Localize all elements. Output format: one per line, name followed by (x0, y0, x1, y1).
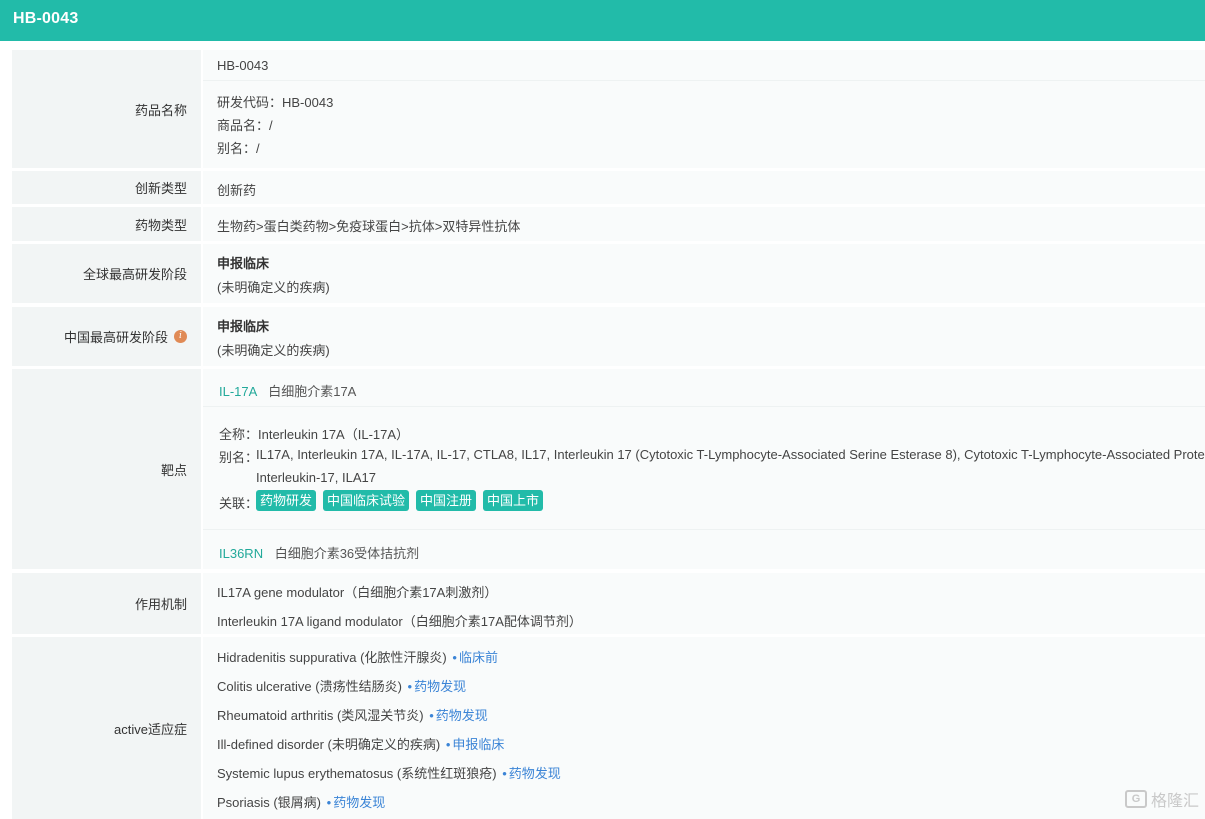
indication-item: Rheumatoid arthritis (类风湿关节炎) • 药物发现 (217, 705, 488, 724)
target-related-label: 关联： (219, 496, 259, 511)
indication-stage-link[interactable]: 申报临床 (452, 737, 504, 752)
indication-item: Hidradenitis suppurativa (化脓性汗腺炎) • 临床前 (217, 647, 498, 666)
target-il17a-link[interactable]: IL-17A (219, 384, 257, 399)
mechanism-item: IL17A gene modulator（白细胞介素17A刺激剂） (217, 585, 498, 600)
indication-item: Systemic lupus erythematosus (系统性红斑狼疮) •… (217, 763, 561, 782)
g-logo-icon: G (1124, 790, 1147, 808)
target-alias-label: 别名： (219, 450, 259, 465)
drug-alias: 别名：/ (217, 141, 260, 156)
target-related-tags: 药物研发 中国临床试验 中国注册 中国上市 (256, 490, 550, 511)
indication-stage-link[interactable]: 临床前 (459, 650, 498, 665)
indication-stage-link[interactable]: 药物发现 (509, 766, 561, 781)
target-alias-line2: Interleukin-17, ILA17 (256, 470, 376, 485)
tag-china-launch[interactable]: 中国上市 (483, 490, 544, 511)
label-indications: active适应症 (12, 637, 201, 819)
indication-name: Colitis ulcerative (溃疡性结肠炎) (217, 679, 402, 694)
drug-main-name: HB-0043 (217, 58, 269, 73)
indication-dot: • (429, 708, 434, 723)
label-china-stage-wrap: 中国最高研发阶段 i (12, 307, 201, 366)
label-china-stage: 中国最高研发阶段 (63, 330, 168, 345)
page-header: HB-0043 (0, 0, 1205, 41)
indication-item: Ill-defined disorder (未明确定义的疾病) • 申报临床 (217, 734, 504, 753)
label-drug-name: 药品名称 (12, 50, 201, 168)
target-il17a-name: 白细胞介素17A (268, 384, 357, 399)
row-global-stage: 全球最高研发阶段 申报临床 (未明确定义的疾病) (12, 244, 1205, 303)
page-title: HB-0043 (13, 10, 79, 27)
row-drug-type: 药物类型 生物药>蛋白类药物>免疫球蛋白>抗体>双特异性抗体 (12, 207, 1205, 241)
drug-dev-code: 研发代码：HB-0043 (217, 95, 334, 110)
indication-stage-link[interactable]: 药物发现 (436, 708, 488, 723)
row-mechanism: 作用机制 IL17A gene modulator（白细胞介素17A刺激剂） I… (12, 573, 1205, 634)
tag-drug-rd[interactable]: 药物研发 (256, 490, 317, 511)
global-stage-value: 申报临床 (217, 256, 270, 271)
row-innovation-type: 创新类型 创新药 (12, 171, 1205, 204)
indication-name: Psoriasis (银屑病) (217, 795, 322, 810)
indication-item: Colitis ulcerative (溃疡性结肠炎) • 药物发现 (217, 676, 466, 695)
drug-trade-name: 商品名：/ (217, 118, 273, 133)
drug-type-value: 生物药>蛋白类药物>免疫球蛋白>抗体>双特异性抗体 (217, 219, 521, 234)
indication-stage-link[interactable]: 药物发现 (333, 795, 385, 810)
label-target: 靶点 (12, 369, 201, 569)
label-mechanism: 作用机制 (12, 573, 201, 634)
indication-dot: • (452, 650, 457, 665)
row-target: 靶点 IL-17A 白细胞介素17A 全称：Interleukin 17A（IL… (12, 369, 1205, 569)
indication-dot: • (407, 679, 413, 694)
innovation-type-value: 创新药 (217, 183, 257, 198)
indication-name: Rheumatoid arthritis (类风湿关节炎) (217, 708, 424, 723)
indication-dot: • (502, 766, 507, 781)
indication-name: Systemic lupus erythematosus (系统性红斑狼疮) (217, 766, 497, 781)
watermark-text: 格隆汇 (1150, 793, 1199, 810)
china-stage-note: (未明确定义的疾病) (217, 343, 330, 358)
row-china-stage: 中国最高研发阶段 i 申报临床 (未明确定义的疾病) (12, 307, 1205, 366)
china-stage-value: 申报临床 (217, 319, 270, 334)
target-alias-line1: IL17A, Interleukin 17A, IL-17A, IL-17, C… (256, 447, 1205, 462)
mechanism-item: Interleukin 17A ligand modulator（白细胞介素17… (217, 614, 582, 629)
indication-item: Psoriasis (银屑病) • 药物发现 (217, 792, 385, 811)
indication-name: Hidradenitis suppurativa (化脓性汗腺炎) (217, 650, 447, 665)
label-drug-type: 药物类型 (12, 207, 201, 241)
info-icon[interactable]: i (174, 330, 187, 343)
target-il36rn-name: 白细胞介素36受体拮抗剂 (274, 546, 420, 561)
label-innovation-type: 创新类型 (12, 171, 201, 204)
indication-dot: • (445, 737, 451, 752)
global-stage-note: (未明确定义的疾病) (217, 280, 330, 295)
value-drug-name: HB-0043 研发代码：HB-0043 商品名：/ 别名：/ (203, 50, 1205, 168)
indication-dot: • (326, 795, 332, 810)
row-indications: active适应症 Hidradenitis suppurativa (化脓性汗… (12, 637, 1205, 819)
indication-stage-link[interactable]: 药物发现 (414, 679, 466, 694)
label-global-stage: 全球最高研发阶段 (12, 244, 201, 303)
watermark: G 格隆汇 (1124, 787, 1199, 811)
tag-china-registration[interactable]: 中国注册 (416, 490, 477, 511)
row-drug-name: 药品名称 HB-0043 研发代码：HB-0043 商品名：/ 别名：/ (12, 50, 1205, 168)
target-fullname: 全称：Interleukin 17A（IL-17A） (219, 427, 410, 442)
target-il36rn-link[interactable]: IL36RN (219, 546, 263, 561)
indication-name: Ill-defined disorder (未明确定义的疾病) (217, 737, 441, 752)
tag-china-clinical-trial[interactable]: 中国临床试验 (323, 490, 410, 511)
